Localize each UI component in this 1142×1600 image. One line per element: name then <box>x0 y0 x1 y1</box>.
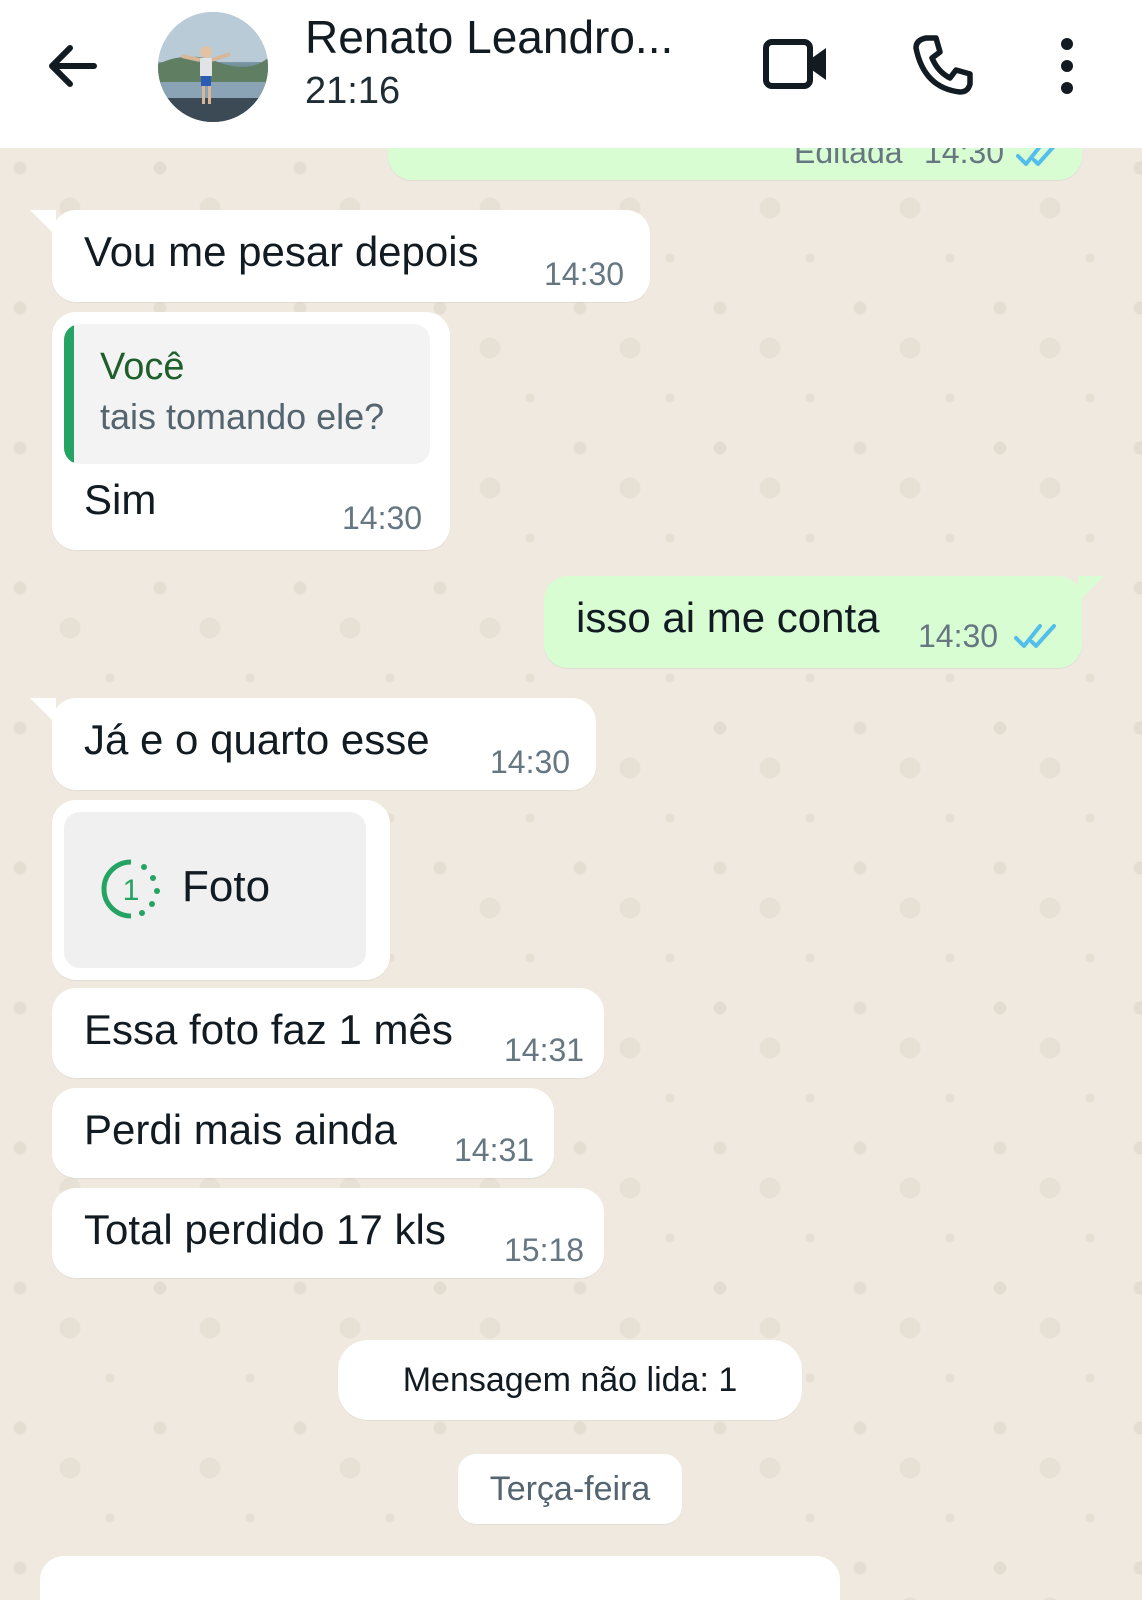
message-incoming[interactable]: Já e o quarto esse 14:30 <box>30 698 596 790</box>
quote-text: tais tomando ele? <box>100 396 385 437</box>
more-vertical-icon <box>1061 38 1073 94</box>
message-incoming-reply[interactable]: Você tais tomando ele? Sim 14:30 <box>52 312 450 550</box>
photo-label: Foto <box>182 862 271 911</box>
unread-banner-text: Mensagem não lida: 1 <box>402 1361 738 1399</box>
message-outgoing-edited[interactable]: Editada 14:30 <box>388 148 1082 180</box>
message-time: 14:30 <box>342 500 423 536</box>
message-time: 14:30 <box>924 148 1005 170</box>
unread-messages-banner: Mensagem não lida: 1 <box>338 1340 802 1420</box>
quote-author: Você <box>100 346 185 388</box>
message-time: 15:18 <box>504 1232 585 1268</box>
more-options-button[interactable] <box>1052 34 1082 98</box>
read-ticks-icon <box>1016 148 1056 166</box>
video-call-button[interactable] <box>762 36 832 92</box>
avatar-photo <box>158 12 268 122</box>
message-time: 14:31 <box>454 1132 535 1168</box>
message-text: Já e o quarto esse <box>84 716 430 763</box>
message-list[interactable]: Editada 14:30 Vou me pesar depois 14:30 … <box>0 148 1142 1600</box>
view-once-count: 1 <box>123 874 140 907</box>
message-text: Sim <box>84 476 157 523</box>
message-incoming[interactable]: Perdi mais ainda 14:31 <box>52 1088 554 1178</box>
chat-header: Renato Leandro... 21:16 <box>0 0 1142 148</box>
back-arrow-icon <box>49 45 97 87</box>
last-seen-status: 21:16 <box>305 70 401 112</box>
message-text: Vou me pesar depois <box>84 228 479 275</box>
quote-accent-bar <box>64 324 74 464</box>
message-text: Perdi mais ainda <box>84 1106 397 1153</box>
message-time: 14:31 <box>504 1032 585 1068</box>
message-outgoing[interactable]: isso ai me conta 14:30 <box>544 576 1104 668</box>
back-button[interactable] <box>40 34 104 98</box>
bubble-tail <box>30 698 56 724</box>
view-once-photo-button[interactable]: 1 Foto <box>64 812 366 968</box>
contact-name[interactable]: Renato Leandro... <box>305 10 673 64</box>
date-separator-text: Terça-feira <box>489 1470 651 1508</box>
message-time: 14:30 <box>918 618 999 654</box>
message-text: Essa foto faz 1 mês <box>84 1006 453 1053</box>
message-time: 14:30 <box>544 256 625 292</box>
message-incoming-partial[interactable] <box>40 1556 840 1600</box>
voice-call-button[interactable] <box>912 32 976 96</box>
message-incoming[interactable]: Vou me pesar depois 14:30 <box>30 210 650 302</box>
video-camera-icon <box>763 39 826 89</box>
read-ticks-icon <box>1014 624 1056 648</box>
contact-avatar[interactable] <box>158 12 268 122</box>
message-view-once-photo[interactable]: 1 Foto <box>52 800 390 980</box>
phone-icon <box>913 35 973 95</box>
message-text: Total perdido 17 kls <box>84 1206 446 1253</box>
message-text: isso ai me conta <box>576 594 880 641</box>
edited-label: Editada <box>794 148 903 170</box>
message-incoming[interactable]: Total perdido 17 kls 15:18 <box>52 1188 604 1278</box>
message-time: 14:30 <box>490 744 571 780</box>
quoted-message[interactable]: Você tais tomando ele? <box>64 324 430 464</box>
date-separator: Terça-feira <box>458 1454 682 1524</box>
view-once-icon: 1 <box>101 859 160 919</box>
bubble-tail <box>30 210 56 236</box>
message-incoming[interactable]: Essa foto faz 1 mês 14:31 <box>52 988 604 1078</box>
bubble-tail <box>1078 576 1104 602</box>
